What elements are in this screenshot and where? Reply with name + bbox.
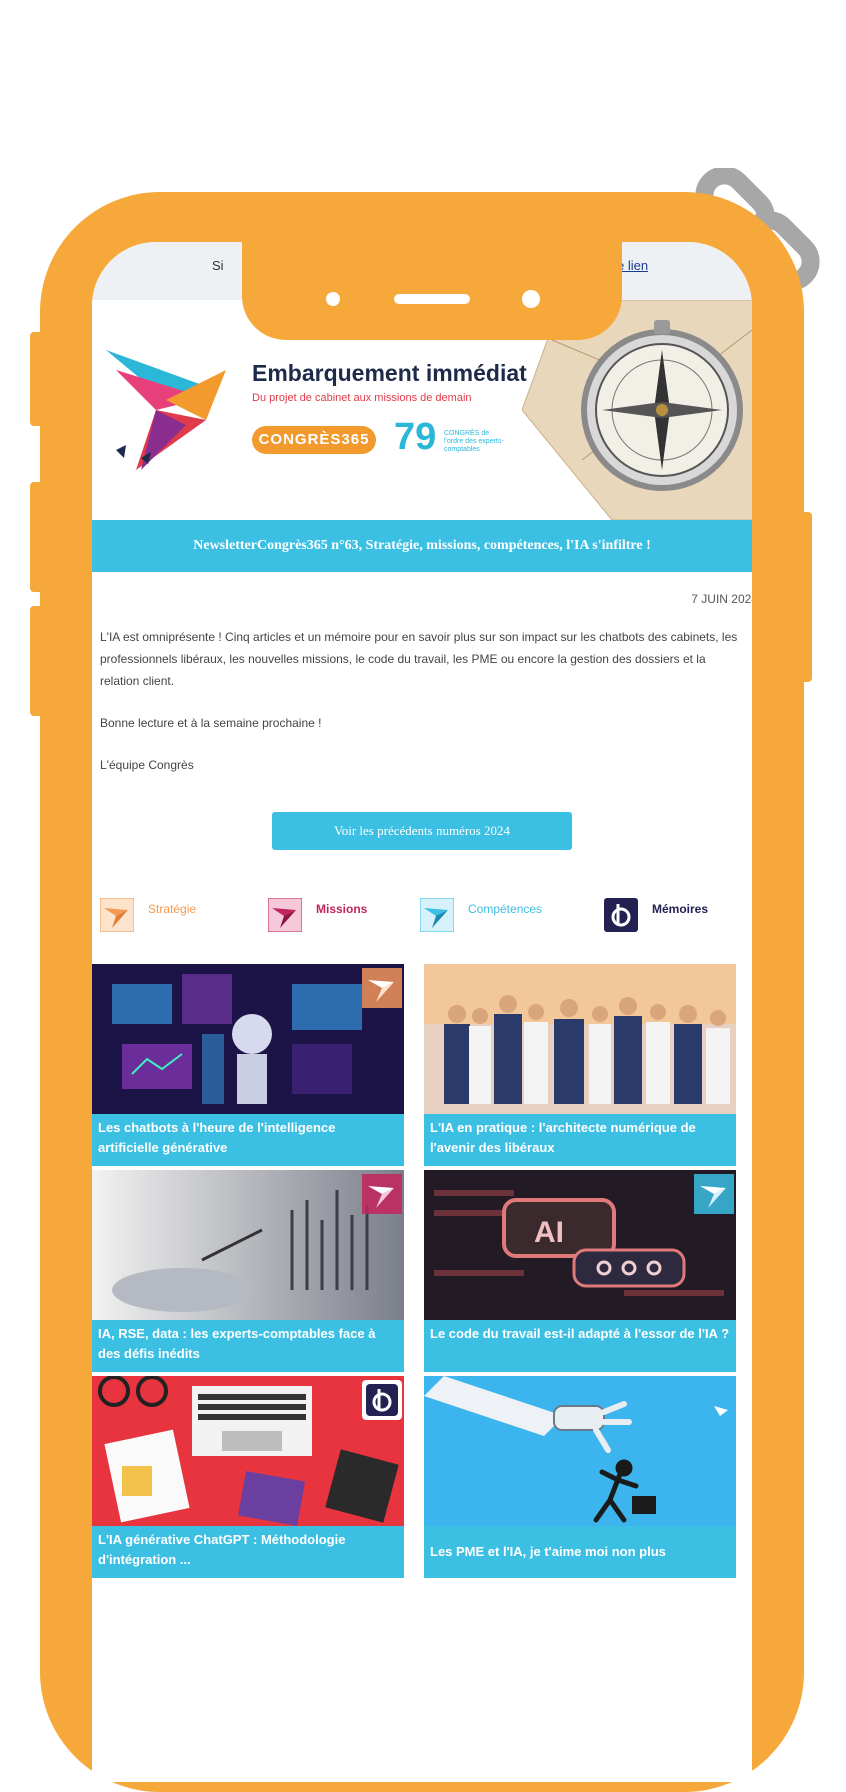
issue-date: 7 JUIN 2024 (691, 592, 752, 606)
article-card[interactable]: Les chatbots à l'heure de l'intelligence… (92, 964, 404, 1166)
phone-notch (242, 242, 622, 340)
article-image (92, 964, 404, 1114)
article-caption: Les chatbots à l'heure de l'intelligence… (92, 1114, 404, 1166)
article-card[interactable]: L'IA générative ChatGPT : Méthodologie d… (92, 1376, 404, 1578)
banner-title: Embarquement immédiat (252, 360, 527, 386)
article-card[interactable]: IA, RSE, data : les experts-comptables f… (92, 1170, 404, 1372)
phone-frame: Si e lien Embarquement immédiat Du proje… (30, 192, 812, 1792)
missions-bird-icon (268, 898, 302, 932)
article-card[interactable]: Les PME et l'IA, je t'aime moi non plus (424, 1376, 736, 1578)
memoires-logo-icon (604, 898, 638, 932)
article-caption: L'IA en pratique : l'architecte numériqu… (424, 1114, 736, 1166)
newsletter-title-ribbon: NewsletterCongrès365 n°63, Stratégie, mi… (92, 520, 752, 572)
article-card[interactable]: L'IA en pratique : l'architecte numériqu… (424, 964, 736, 1166)
previous-issues-button[interactable]: Voir les précédents numéros 2024 (272, 812, 572, 850)
intro-signature: L'équipe Congrès (100, 758, 194, 772)
category-competences[interactable]: Compétences (420, 898, 542, 932)
article-image (92, 1376, 404, 1526)
svg-text:AI: AI (534, 1216, 564, 1249)
category-label: Missions (316, 902, 368, 916)
strategie-badge-icon (362, 968, 402, 1008)
intro-text: L'IA est omniprésente ! Cinq articles et… (92, 606, 752, 776)
article-image: AI (424, 1170, 736, 1320)
intro-paragraph: L'IA est omniprésente ! Cinq articles et… (100, 630, 738, 688)
intro-closing: Bonne lecture et à la semaine prochaine … (100, 716, 322, 730)
article-caption: Les PME et l'IA, je t'aime moi non plus (424, 1526, 736, 1578)
competences-bird-icon (420, 898, 454, 932)
competences-badge-icon (694, 1174, 734, 1214)
bird-logo-icon (106, 350, 226, 470)
banner-subtitle: Du projet de cabinet aux missions de dem… (252, 392, 472, 404)
category-strategie[interactable]: Stratégie (100, 898, 196, 932)
view-online-prefix: Si (212, 258, 224, 273)
category-label: Compétences (468, 902, 543, 916)
article-image (424, 964, 736, 1114)
memoires-badge-icon (362, 1380, 402, 1420)
category-memoires[interactable]: Mémoires (604, 898, 708, 932)
category-missions[interactable]: Missions (268, 898, 367, 932)
article-caption: Le code du travail est-il adapté à l'ess… (424, 1320, 736, 1372)
phone-side-button (30, 482, 46, 592)
article-card[interactable]: AI Le code du travail est-il adapté à l'… (424, 1170, 736, 1372)
phone-side-button (30, 332, 46, 426)
strategie-bird-icon (100, 898, 134, 932)
article-image (92, 1170, 404, 1320)
article-caption: IA, RSE, data : les experts-comptables f… (92, 1320, 404, 1372)
congres365-badge: CONGRÈS365 (252, 426, 376, 454)
article-caption: L'IA générative ChatGPT : Méthodologie d… (92, 1526, 404, 1578)
anniversary-number: 79 (394, 416, 437, 458)
missions-badge-icon (362, 1174, 402, 1214)
category-label: Stratégie (148, 902, 197, 916)
category-label: Mémoires (652, 902, 709, 916)
congres-small-label: CONGRÈS de l'ordre des experts-comptable… (444, 430, 504, 453)
phone-side-button (30, 606, 46, 716)
phone-screen: Si e lien Embarquement immédiat Du proje… (92, 242, 752, 1782)
article-image (424, 1376, 736, 1526)
category-legend: Stratégie Missions Compétences Mémoires (92, 874, 752, 964)
phone-side-button (796, 512, 812, 682)
